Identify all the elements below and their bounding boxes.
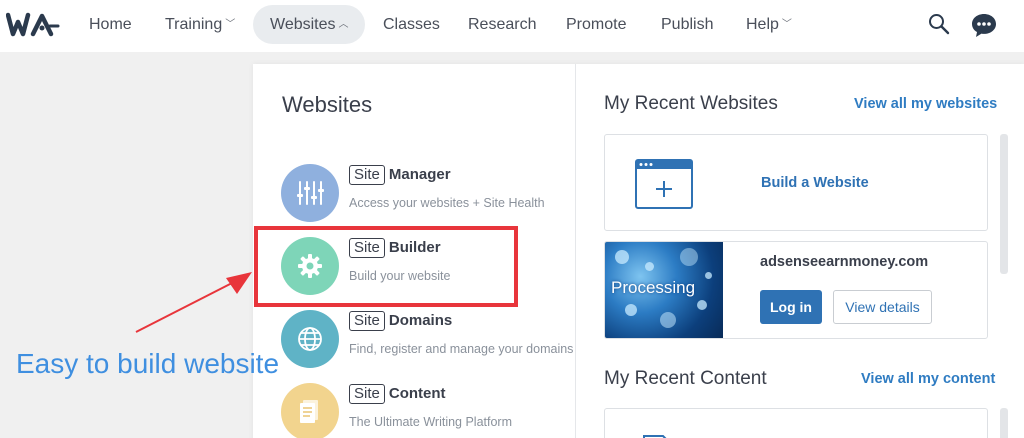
menu-item-description: Access your websites + Site Health bbox=[349, 196, 545, 210]
nav-promote[interactable]: Promote bbox=[566, 13, 626, 37]
nav-help-label: Help bbox=[746, 16, 779, 33]
nav-promote-label: Promote bbox=[566, 16, 627, 33]
nav-publish-label: Publish bbox=[661, 16, 714, 33]
menu-item-name: Content bbox=[388, 385, 446, 402]
login-button[interactable]: Log in bbox=[760, 290, 822, 324]
view-all-websites-link[interactable]: View all my websites bbox=[854, 96, 997, 112]
top-navigation-bar: Home Training ﹀ Websites ︿ Classes Researc… bbox=[0, 0, 1024, 52]
menu-item-description: The Ultimate Writing Platform bbox=[349, 415, 513, 429]
website-thumbnail[interactable]: Processing bbox=[605, 242, 723, 338]
thumbnail-processing-text: Processing bbox=[611, 278, 696, 297]
search-icon[interactable] bbox=[928, 13, 950, 35]
view-all-content-link[interactable]: View all my content bbox=[861, 371, 995, 387]
chevron-down-icon: ﹀ bbox=[781, 19, 792, 30]
document-icon bbox=[281, 383, 339, 438]
nav-publish[interactable]: Publish bbox=[661, 13, 713, 37]
websites-scrollbar[interactable] bbox=[1000, 134, 1008, 274]
menu-item-title: Site Manager bbox=[349, 165, 451, 185]
recent-website-card: Processing adsenseearnmoney.com Log in V… bbox=[604, 241, 988, 339]
chat-bubble-icon[interactable] bbox=[970, 11, 998, 39]
browser-add-icon bbox=[635, 159, 693, 209]
nav-training-label: Training bbox=[165, 16, 223, 33]
site-tag: Site bbox=[349, 165, 385, 185]
nav-home-label: Home bbox=[89, 16, 132, 33]
menu-item-site-domains[interactable]: Site Domains Find, register and manage yo… bbox=[281, 310, 581, 370]
menu-item-name: Domains bbox=[388, 312, 453, 329]
panel-title: Websites bbox=[282, 92, 373, 117]
chevron-up-icon: ︿ bbox=[338, 19, 349, 30]
nav-help[interactable]: Help ﹀ bbox=[746, 13, 792, 37]
menu-item-site-manager[interactable]: Site Manager Access your websites + Site … bbox=[281, 164, 581, 224]
nav-training[interactable]: Training ﹀ bbox=[165, 13, 235, 37]
nav-research-label: Research bbox=[468, 16, 537, 33]
annotation-text: Easy to build website bbox=[16, 348, 280, 379]
annotation-highlight-box bbox=[254, 226, 518, 307]
globe-icon bbox=[281, 310, 339, 368]
menu-item-name: Manager bbox=[388, 166, 451, 183]
sliders-icon bbox=[281, 164, 339, 222]
build-website-label: Build a Website bbox=[761, 175, 869, 191]
menu-item-site-content[interactable]: Site Content The Ultimate Writing Platfor… bbox=[281, 383, 581, 438]
nav-websites[interactable]: Websites ︿ bbox=[270, 13, 349, 37]
recent-websites-title: My Recent Websites bbox=[604, 93, 778, 114]
wealthy-affiliate-logo[interactable] bbox=[6, 12, 60, 38]
website-domain: adsenseearnmoney.com bbox=[760, 254, 929, 270]
panel-divider bbox=[575, 64, 576, 438]
menu-item-title: Site Domains bbox=[349, 311, 452, 331]
recent-content-title: My Recent Content bbox=[604, 368, 767, 389]
recent-content-card[interactable] bbox=[604, 408, 988, 438]
nav-research[interactable]: Research bbox=[468, 13, 536, 37]
chevron-down-icon: ﹀ bbox=[225, 19, 236, 30]
view-details-button[interactable]: View details bbox=[833, 290, 932, 324]
nav-home[interactable]: Home bbox=[89, 13, 132, 37]
content-scrollbar[interactable] bbox=[1000, 408, 1008, 438]
nav-classes[interactable]: Classes bbox=[383, 13, 440, 37]
menu-item-description: Find, register and manage your domains bbox=[349, 342, 574, 356]
nav-websites-label: Websites bbox=[270, 16, 336, 33]
nav-classes-label: Classes bbox=[383, 16, 440, 33]
site-tag: Site bbox=[349, 311, 385, 331]
menu-item-title: Site Content bbox=[349, 384, 446, 404]
annotation-arrow-icon bbox=[135, 272, 252, 333]
site-tag: Site bbox=[349, 384, 385, 404]
build-website-card[interactable]: Build a Website bbox=[604, 134, 988, 231]
